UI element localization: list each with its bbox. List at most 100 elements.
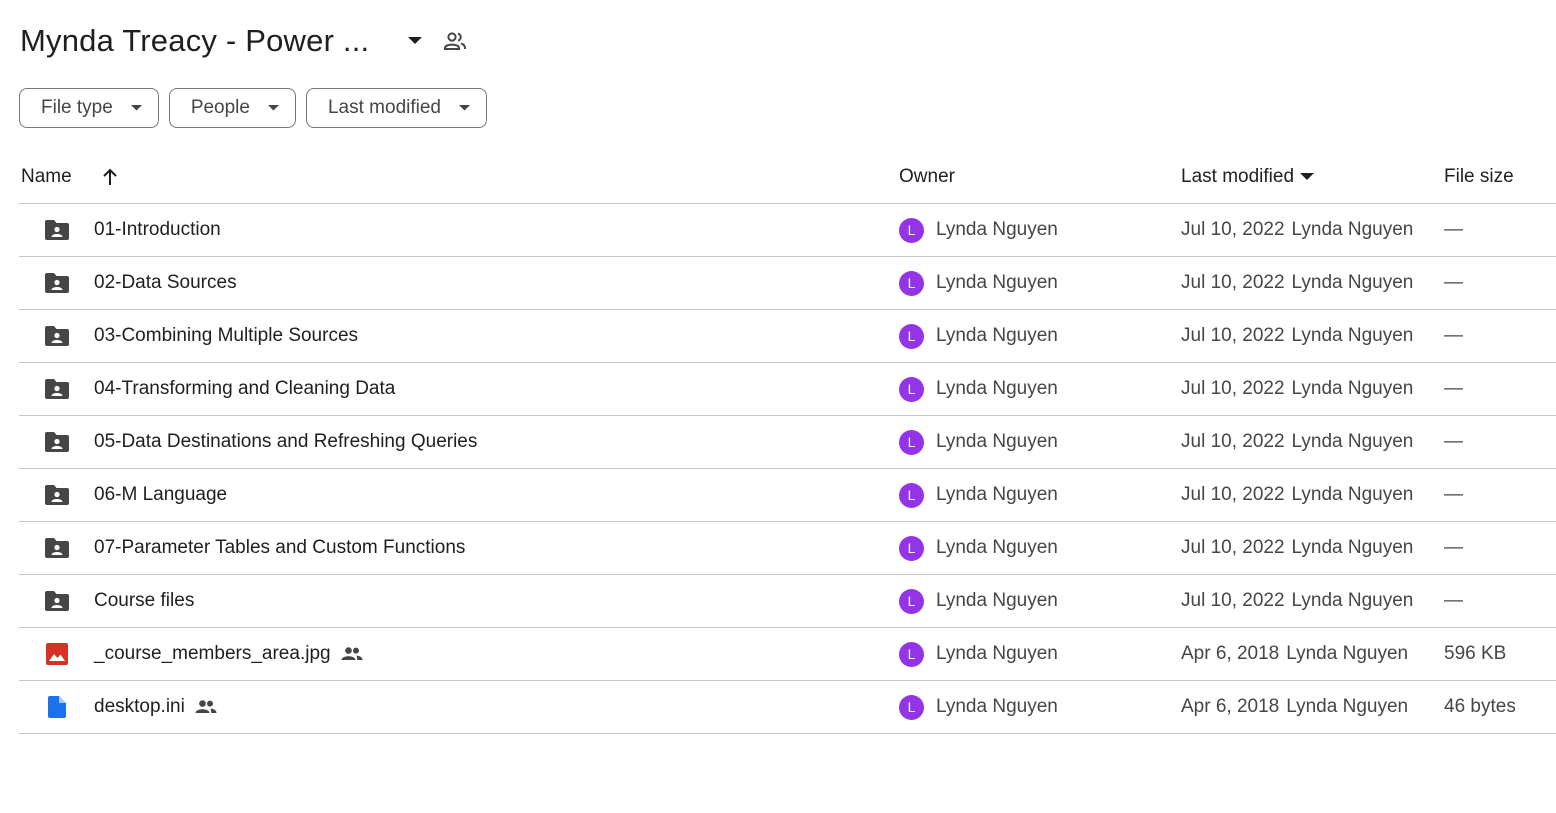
arrow-up-icon[interactable] (102, 168, 118, 186)
owner-name: Lynda Nguyen (936, 643, 1058, 664)
table-row[interactable]: 02-Data Sources L Lynda Nguyen Jul 10, 2022… (19, 257, 1556, 310)
dropdown-arrow-icon (267, 105, 279, 111)
last-modified-cell: Jul 10, 2022 Lynda Nguyen (1181, 204, 1413, 256)
file-name-cell: _course_members_area.jpg (94, 628, 363, 680)
modified-by: Lynda Nguyen (1291, 219, 1414, 240)
name-column-label: Name (21, 166, 72, 187)
filter-label: File type (41, 97, 113, 118)
filter-label: People (190, 97, 250, 118)
owner-cell: L Lynda Nguyen (899, 469, 1058, 521)
table-row[interactable]: 05-Data Destinations and Refreshing Quer… (19, 416, 1556, 469)
file-name[interactable]: 02-Data Sources (94, 272, 237, 294)
avatar: L (899, 376, 924, 402)
owner-name: Lynda Nguyen (936, 484, 1058, 505)
file-size-column-header[interactable]: File size (1444, 166, 1514, 188)
shared-folder-icon (43, 430, 71, 454)
dropdown-arrow-icon (459, 105, 470, 111)
file-size-cell: — (1444, 378, 1463, 399)
table-row[interactable]: Course files L Lynda Nguyen Jul 10, 2022 Lyn… (19, 575, 1556, 628)
file-name[interactable]: 01-Introduction (94, 219, 221, 241)
owner-cell: L Lynda Nguyen (899, 204, 1058, 256)
last-modified-column-label: Last modified (1181, 166, 1295, 187)
file-name[interactable]: Course files (94, 590, 194, 612)
modified-date: Jul 10, 2022 (1181, 431, 1285, 452)
file-name[interactable]: desktop.ini (94, 696, 185, 718)
owner-name: Lynda Nguyen (936, 378, 1058, 399)
file-type-filter[interactable]: File type (19, 88, 159, 128)
shared-folder-icon (43, 324, 71, 348)
modified-date: Jul 10, 2022 (1181, 484, 1285, 505)
last-modified-cell: Jul 10, 2022 Lynda Nguyen (1181, 310, 1413, 362)
avatar: L (899, 588, 924, 614)
shared-folder-icon (43, 589, 71, 613)
table-row[interactable]: _course_members_area.jpg L Lynda Nguyen Ap… (19, 628, 1556, 681)
file-rows: 01-Introduction L Lynda Nguyen Jul 10, 2022… (19, 204, 1556, 734)
shared-people-icon[interactable] (441, 27, 469, 55)
sort-caret-icon (1300, 173, 1315, 181)
table-row[interactable]: 07-Parameter Tables and Custom Functions… (19, 522, 1556, 575)
owner-column-header[interactable]: Owner (899, 166, 955, 188)
owner-name: Lynda Nguyen (936, 431, 1058, 452)
file-size-cell: — (1444, 325, 1463, 346)
dropdown-arrow-icon (130, 105, 142, 111)
last-modified-cell: Jul 10, 2022 Lynda Nguyen (1181, 469, 1413, 521)
file-name-cell: 04-Transforming and Cleaning Data (94, 363, 395, 415)
file-name-cell: 02-Data Sources (94, 257, 237, 309)
file-size-cell: — (1444, 431, 1463, 452)
modified-date: Apr 6, 2018 (1181, 643, 1280, 664)
last-modified-cell: Jul 10, 2022 Lynda Nguyen (1181, 257, 1413, 309)
owner-cell: L Lynda Nguyen (899, 681, 1058, 733)
file-name-cell: 03-Combining Multiple Sources (94, 310, 358, 362)
owner-cell: L Lynda Nguyen (899, 522, 1058, 574)
table-row[interactable]: 04-Transforming and Cleaning Data L Lynda … (19, 363, 1556, 416)
modified-date: Jul 10, 2022 (1181, 590, 1285, 611)
last-modified-filter[interactable]: Last modified (305, 88, 487, 128)
avatar: L (899, 270, 924, 296)
people-filter[interactable]: People (168, 88, 296, 128)
file-size-cell: 596 KB (1444, 643, 1507, 664)
name-column-header[interactable]: Name (21, 166, 118, 188)
last-modified-cell: Apr 6, 2018 Lynda Nguyen (1181, 628, 1408, 680)
shared-folder-icon (43, 271, 71, 295)
table-row[interactable]: 03-Combining Multiple Sources L Lynda Nguy… (19, 310, 1556, 363)
shared-folder-icon (43, 483, 71, 507)
file-name[interactable]: 07-Parameter Tables and Custom Functions (94, 537, 465, 559)
file-name[interactable]: _course_members_area.jpg (94, 643, 331, 665)
modified-by: Lynda Nguyen (1286, 696, 1409, 717)
image-file-icon (43, 642, 71, 666)
avatar: L (899, 641, 924, 667)
owner-name: Lynda Nguyen (936, 219, 1058, 240)
avatar: L (899, 429, 924, 455)
modified-by: Lynda Nguyen (1291, 325, 1414, 346)
file-name[interactable]: 04-Transforming and Cleaning Data (94, 378, 395, 400)
owner-cell: L Lynda Nguyen (899, 363, 1058, 415)
file-size-cell: 46 bytes (1444, 696, 1516, 717)
modified-date: Apr 6, 2018 (1181, 696, 1280, 717)
file-name[interactable]: 03-Combining Multiple Sources (94, 325, 358, 347)
last-modified-cell: Jul 10, 2022 Lynda Nguyen (1181, 522, 1413, 574)
last-modified-column-header[interactable]: Last modified (1181, 166, 1315, 188)
chevron-down-icon[interactable] (403, 29, 427, 53)
owner-name: Lynda Nguyen (936, 325, 1058, 346)
owner-name: Lynda Nguyen (936, 272, 1058, 293)
file-name[interactable]: 06-M Language (94, 484, 227, 506)
filter-label: Last modified (327, 97, 441, 118)
table-row[interactable]: 06-M Language L Lynda Nguyen Jul 10, 2022 Ly… (19, 469, 1556, 522)
modified-date: Jul 10, 2022 (1181, 325, 1285, 346)
file-name[interactable]: 05-Data Destinations and Refreshing Quer… (94, 431, 477, 453)
file-size-cell: — (1444, 484, 1463, 505)
owner-cell: L Lynda Nguyen (899, 575, 1058, 627)
folder-title[interactable]: Mynda Treacy - Power ... (20, 23, 369, 59)
folder-header: Mynda Treacy - Power ... (20, 18, 469, 64)
last-modified-cell: Jul 10, 2022 Lynda Nguyen (1181, 363, 1413, 415)
shared-people-icon (195, 700, 217, 714)
last-modified-cell: Jul 10, 2022 Lynda Nguyen (1181, 416, 1413, 468)
file-name-cell: 06-M Language (94, 469, 227, 521)
modified-by: Lynda Nguyen (1291, 537, 1414, 558)
owner-cell: L Lynda Nguyen (899, 628, 1058, 680)
avatar: L (899, 323, 924, 349)
table-row[interactable]: desktop.ini L Lynda Nguyen Apr 6, 2018 Lynd… (19, 681, 1556, 734)
table-row[interactable]: 01-Introduction L Lynda Nguyen Jul 10, 2022… (19, 204, 1556, 257)
modified-date: Jul 10, 2022 (1181, 272, 1285, 293)
modified-by: Lynda Nguyen (1291, 272, 1414, 293)
